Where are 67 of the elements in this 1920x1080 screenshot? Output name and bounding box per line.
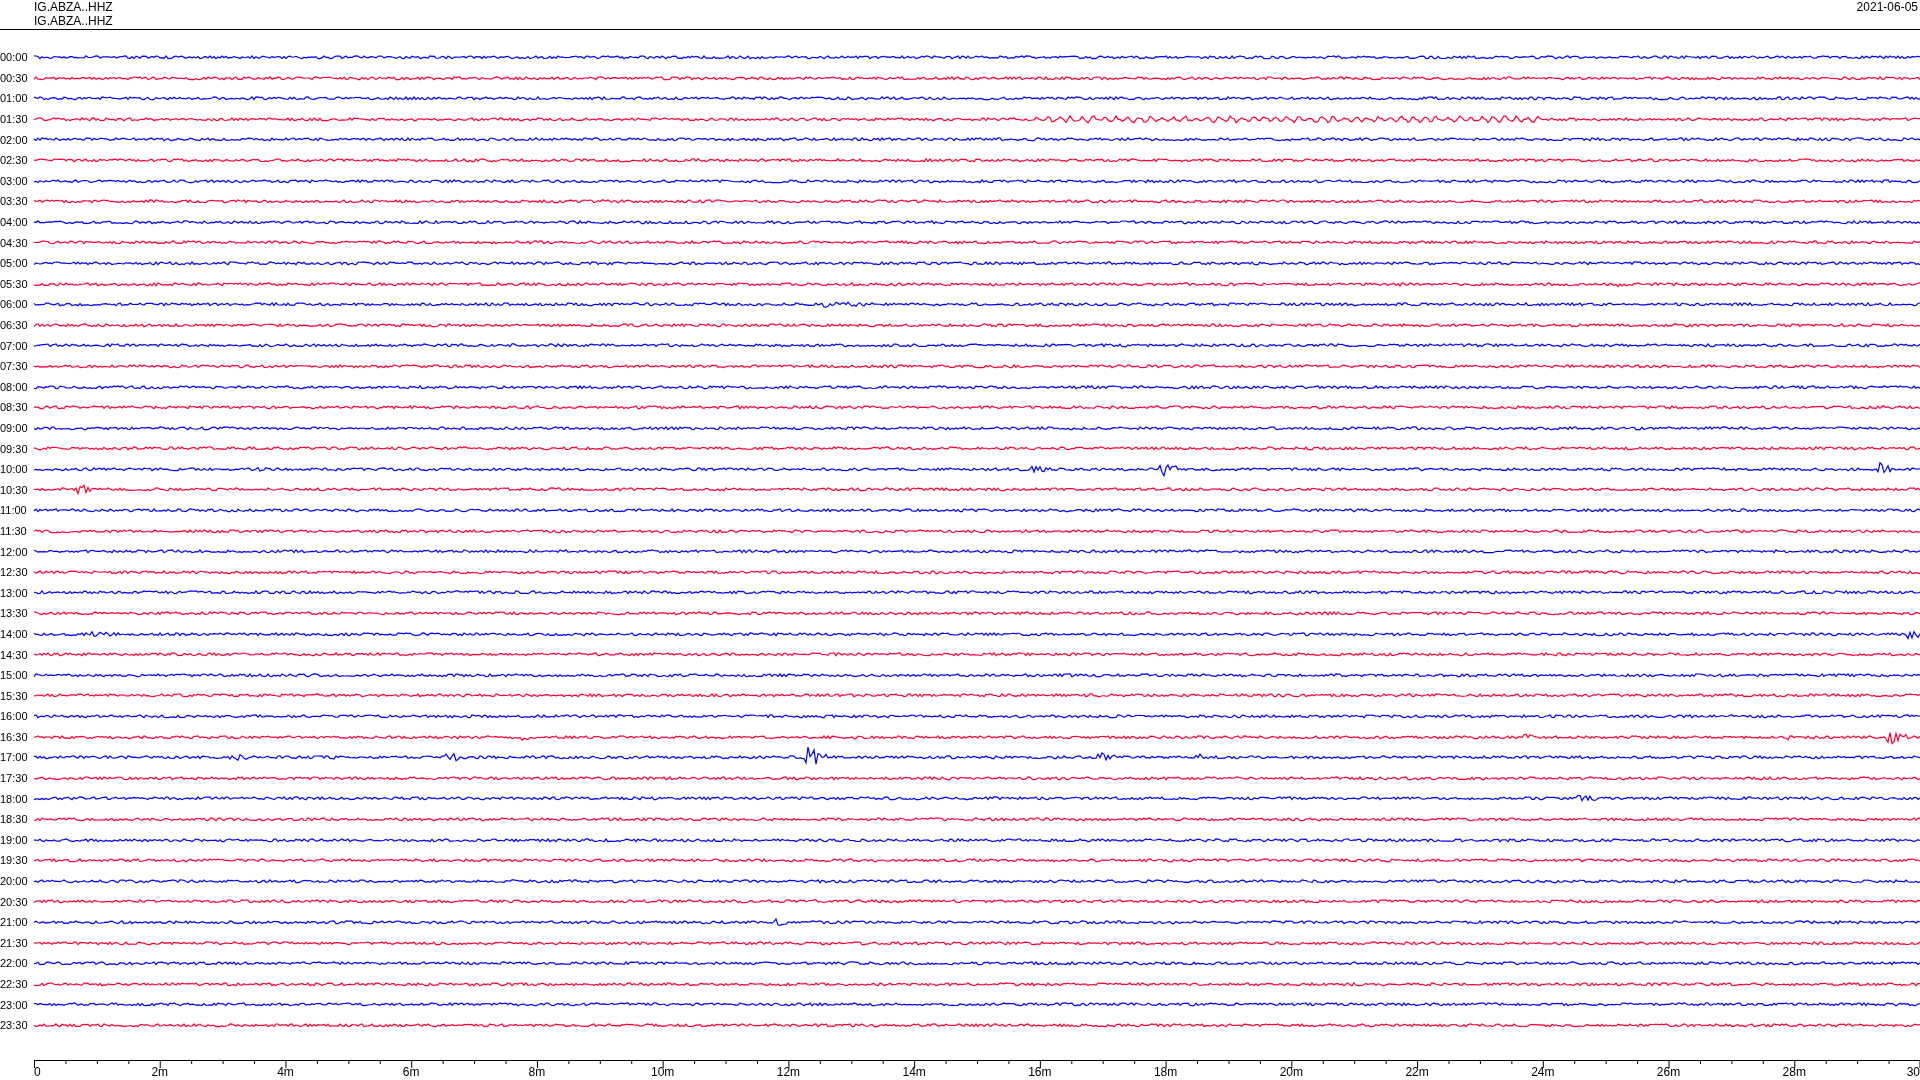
row-time-label: 19:30: [0, 854, 29, 867]
row-time-label: 04:30: [0, 236, 29, 249]
row-time-label: 23:00: [0, 998, 29, 1011]
row-time-label: 11:00: [0, 504, 28, 517]
row-time-label: 07:00: [0, 339, 29, 352]
axis-tick-label: 16m: [1028, 1064, 1052, 1079]
row-time-label: 21:00: [0, 916, 29, 929]
row-time-label: 19:00: [0, 833, 29, 846]
row-time-label: 00:30: [0, 71, 29, 84]
axis-tick-label: 4m: [277, 1064, 294, 1079]
axis-tick-label: 28m: [1782, 1064, 1806, 1079]
row-time-label: 08:30: [0, 401, 29, 414]
row-time-label: 05:30: [0, 277, 29, 290]
station-channel-label: IG.ABZA..HHZ: [34, 14, 113, 28]
axis-tick-label: 24m: [1531, 1064, 1555, 1079]
row-time-label: 21:30: [0, 936, 29, 949]
row-time-label: 01:30: [0, 113, 29, 126]
axis-tick-label: 10m: [651, 1064, 675, 1079]
row-time-label: 17:30: [0, 772, 29, 785]
row-time-label: 06:00: [0, 298, 29, 311]
row-time-label: 10:00: [0, 463, 29, 476]
axis-tick-label: 2m: [151, 1064, 169, 1079]
row-time-label: 06:30: [0, 319, 29, 331]
axis-tick-label: 22m: [1405, 1064, 1429, 1079]
row-time-label: 20:30: [0, 895, 29, 908]
row-time-label: 01:00: [0, 92, 29, 105]
row-time-label: 12:00: [0, 545, 29, 558]
row-time-label: 22:00: [0, 957, 29, 970]
row-time-label: 22:30: [0, 978, 29, 990]
axis-tick-label: 30: [1906, 1064, 1920, 1079]
axis-tick-label: 12m: [776, 1064, 801, 1079]
row-time-label: 09:30: [0, 442, 29, 455]
row-time-label: 11:30: [0, 524, 28, 537]
axis-tick-label: 6m: [402, 1064, 420, 1079]
row-time-label: 17:00: [0, 751, 29, 764]
row-time-label: 02:30: [0, 154, 29, 167]
row-time-label: 12:30: [0, 566, 29, 579]
axis-tick-label: 20m: [1279, 1064, 1303, 1079]
row-time-label: 07:30: [0, 360, 29, 373]
row-time-label: 18:00: [0, 792, 29, 805]
row-time-label: 15:30: [0, 689, 29, 702]
row-time-label: 14:30: [0, 648, 29, 661]
row-time-label: 03:30: [0, 195, 29, 208]
row-time-label: 15:00: [0, 669, 29, 682]
row-time-label: 00:00: [0, 51, 29, 64]
row-time-label: 18:30: [0, 813, 29, 826]
row-time-label: 13:30: [0, 607, 29, 620]
row-time-label: 08:00: [0, 380, 29, 393]
row-time-label: 20:00: [0, 875, 29, 888]
axis-tick-label: 18m: [1153, 1064, 1178, 1079]
axis-tick-label: 26m: [1656, 1064, 1681, 1079]
axis-tick-label: 8m: [528, 1064, 546, 1079]
date-label: 2021-06-05: [1856, 0, 1919, 16]
axis-tick-label: 14m: [902, 1064, 926, 1079]
station-channel-label: IG.ABZA..HHZ: [34, 0, 113, 14]
axis-tick-label: 0: [34, 1064, 41, 1079]
row-time-label: 16:00: [0, 710, 29, 723]
row-time-label: 03:00: [0, 174, 29, 187]
row-time-label: 09:00: [0, 422, 29, 434]
row-time-label: 05:00: [0, 257, 29, 270]
row-time-label: 16:30: [0, 730, 29, 743]
row-time-label: 02:00: [0, 133, 29, 146]
row-time-label: 23:30: [0, 1019, 29, 1032]
row-time-label: 04:00: [0, 216, 29, 229]
row-time-label: 13:00: [0, 586, 29, 599]
row-time-label: 14:00: [0, 627, 29, 640]
row-time-label: 10:30: [0, 483, 29, 496]
